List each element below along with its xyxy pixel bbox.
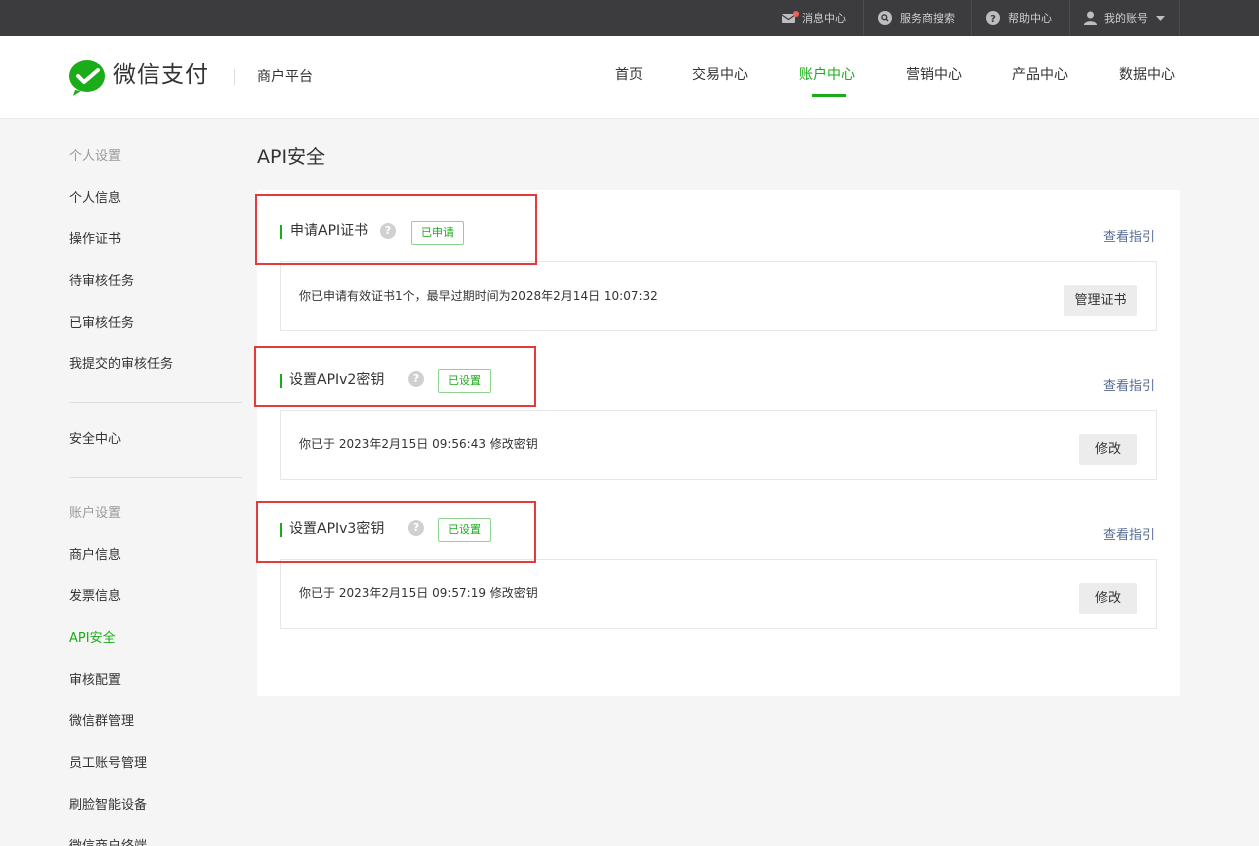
sidebar-item-review-config[interactable]: 审核配置 xyxy=(69,672,121,690)
highlight-box xyxy=(256,501,536,563)
svg-text:?: ? xyxy=(990,14,996,25)
sidebar-item-merchant-terminal[interactable]: 微信商户终端 xyxy=(69,838,147,846)
modify-apiv2-button[interactable]: 修改 xyxy=(1079,434,1137,465)
apiv3-status-text: 你已于 2023年2月15日 09:57:19 修改密钥 xyxy=(299,586,538,600)
wechat-pay-logo-icon[interactable] xyxy=(69,60,107,96)
topbar-divider xyxy=(971,0,972,36)
api-cert-card: 你已申请有效证书1个，最早过期时间为2028年2月14日 10:07:32 管理… xyxy=(280,261,1157,331)
sidebar-item-invoice-info[interactable]: 发票信息 xyxy=(69,588,121,606)
help-center-link[interactable]: ? 帮助中心 xyxy=(986,0,1052,36)
sidebar-item-my-submitted[interactable]: 我提交的审核任务 xyxy=(69,356,173,374)
nav-marketing[interactable]: 营销中心 xyxy=(906,65,962,85)
sidebar-item-merchant-info[interactable]: 商户信息 xyxy=(69,547,121,565)
brand-divider xyxy=(234,69,235,85)
messages-link[interactable]: 消息中心 xyxy=(782,0,846,36)
modify-apiv3-button[interactable]: 修改 xyxy=(1079,583,1137,614)
guide-link-api-cert[interactable]: 查看指引 xyxy=(1103,229,1155,247)
sidebar-divider xyxy=(69,402,242,403)
nav-data[interactable]: 数据中心 xyxy=(1119,65,1175,85)
sidebar-item-reviewed[interactable]: 已审核任务 xyxy=(69,315,134,333)
messages-label: 消息中心 xyxy=(802,12,846,25)
help-center-label: 帮助中心 xyxy=(1008,12,1052,25)
topbar-divider xyxy=(863,0,864,36)
platform-name: 商户平台 xyxy=(257,69,313,85)
topbar-divider xyxy=(1179,0,1180,36)
guide-link-apiv3[interactable]: 查看指引 xyxy=(1103,527,1155,545)
sidebar-item-pending-review[interactable]: 待审核任务 xyxy=(69,273,134,291)
sidebar-item-api-security[interactable]: API安全 xyxy=(69,630,116,648)
sidebar-group-personal-title: 个人设置 xyxy=(69,149,122,164)
provider-search-link[interactable]: 服务商搜索 xyxy=(878,0,955,36)
api-cert-status-text: 你已申请有效证书1个，最早过期时间为2028年2月14日 10:07:32 xyxy=(299,289,658,303)
apiv2-key-card: 你已于 2023年2月15日 09:56:43 修改密钥 修改 xyxy=(280,410,1157,480)
guide-link-apiv2[interactable]: 查看指引 xyxy=(1103,378,1155,396)
nav-products[interactable]: 产品中心 xyxy=(1012,65,1068,85)
unread-dot-icon xyxy=(793,10,799,17)
sidebar-group-account-title: 账户设置 xyxy=(69,506,122,521)
sidebar-item-wechat-group[interactable]: 微信群管理 xyxy=(69,713,134,731)
sidebar-item-face-devices[interactable]: 刷脸智能设备 xyxy=(69,797,147,815)
nav-transactions[interactable]: 交易中心 xyxy=(692,65,748,85)
nav-account-center[interactable]: 账户中心 xyxy=(799,65,855,85)
topbar-divider xyxy=(1069,0,1070,36)
caret-down-icon xyxy=(1156,15,1165,21)
question-icon: ? xyxy=(986,11,1000,25)
search-icon xyxy=(878,11,892,25)
nav-home[interactable]: 首页 xyxy=(615,65,643,85)
sidebar-item-security-center[interactable]: 安全中心 xyxy=(69,431,121,449)
top-bar: 消息中心 服务商搜索 ? 帮助中心 我的账号 xyxy=(0,0,1259,36)
sidebar-divider xyxy=(69,477,242,478)
active-nav-indicator xyxy=(812,94,846,97)
mail-icon xyxy=(782,10,799,24)
highlight-box xyxy=(254,346,536,407)
header: 微信支付 商户平台 首页 交易中心 账户中心 营销中心 产品中心 数据中心 xyxy=(0,36,1259,119)
provider-search-label: 服务商搜索 xyxy=(900,12,955,25)
brand-name: 微信支付 xyxy=(113,62,209,88)
account-menu[interactable]: 我的账号 xyxy=(1084,0,1165,36)
account-label: 我的账号 xyxy=(1104,12,1148,25)
apiv2-status-text: 你已于 2023年2月15日 09:56:43 修改密钥 xyxy=(299,437,538,451)
manage-cert-button[interactable]: 管理证书 xyxy=(1064,285,1137,316)
page-title: API安全 xyxy=(257,146,326,168)
highlight-box xyxy=(255,194,537,265)
sidebar-item-personal-info[interactable]: 个人信息 xyxy=(69,190,121,208)
sidebar-item-operation-cert[interactable]: 操作证书 xyxy=(69,231,121,249)
apiv3-key-card: 你已于 2023年2月15日 09:57:19 修改密钥 修改 xyxy=(280,559,1157,629)
user-icon xyxy=(1084,11,1097,25)
sidebar-item-staff-accounts[interactable]: 员工账号管理 xyxy=(69,755,147,773)
